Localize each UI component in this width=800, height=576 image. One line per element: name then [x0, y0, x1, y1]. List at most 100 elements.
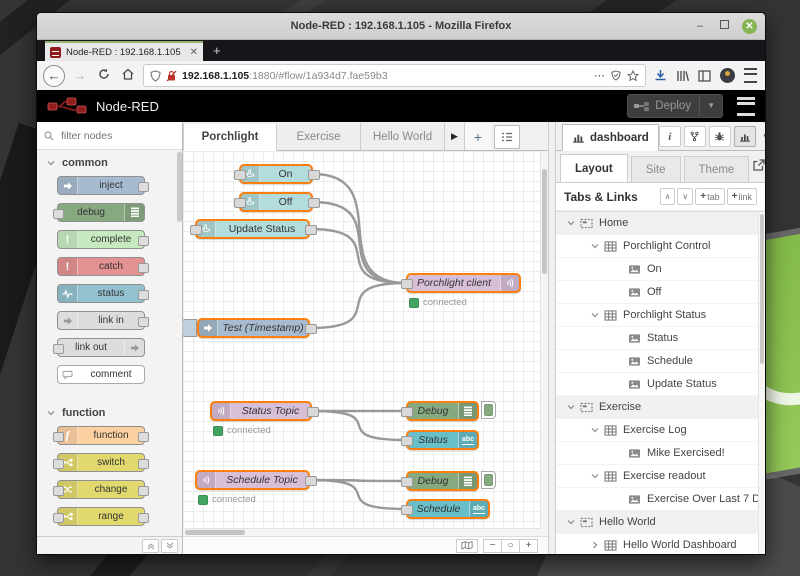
subtab-theme[interactable]: Theme [684, 156, 750, 182]
palette-node-change[interactable]: change [57, 480, 145, 499]
output-port[interactable] [138, 513, 149, 523]
collapse-caret-icon[interactable] [590, 242, 600, 250]
output-port[interactable] [138, 317, 149, 327]
tree-item-Exercise-Log[interactable]: Exercise Log [556, 419, 765, 442]
tree-item-Porchlight-Status[interactable]: Porchlight Status [556, 304, 765, 327]
wire[interactable] [310, 283, 406, 328]
input-port[interactable] [53, 486, 64, 496]
palette-node-link-in[interactable]: link in [57, 311, 145, 330]
debug-tab-button[interactable] [709, 126, 731, 147]
flow-node-Update-Status[interactable]: Update Status [195, 219, 310, 239]
flow-node-Debug[interactable]: Debug [406, 401, 479, 421]
input-port[interactable] [234, 198, 246, 208]
open-dashboard-icon[interactable] [752, 159, 765, 177]
tree-item-Off[interactable]: Off [556, 281, 765, 304]
output-port[interactable] [138, 459, 149, 469]
output-port[interactable] [305, 324, 317, 334]
downloads-icon[interactable] [654, 69, 667, 82]
add-link-button[interactable]: +link [727, 188, 757, 205]
input-port[interactable] [190, 225, 202, 235]
inject-trigger-button[interactable] [183, 319, 197, 337]
wire[interactable] [312, 411, 406, 440]
palette-scrollbar[interactable] [177, 152, 182, 222]
palette-node-catch[interactable]: !catch [57, 257, 145, 276]
palette-category-function[interactable]: function [37, 400, 182, 424]
flow-node-Porchlight-client[interactable]: Porchlight client [406, 273, 521, 293]
palette-node-status[interactable]: status [57, 284, 145, 303]
browser-tab[interactable]: Node-RED : 192.168.1.105 ✕ [45, 41, 203, 61]
tab-scroll-right-icon[interactable]: ▶ [445, 131, 464, 142]
palette-node-inject[interactable]: inject [57, 176, 145, 195]
input-port[interactable] [53, 513, 64, 523]
output-port[interactable] [138, 182, 149, 192]
collapse-caret-icon[interactable] [590, 426, 600, 434]
collapse-caret-icon[interactable] [590, 472, 600, 480]
input-port[interactable] [234, 170, 246, 180]
add-tab-button[interactable]: +tab [695, 188, 724, 205]
output-port[interactable] [307, 407, 319, 417]
subtab-site[interactable]: Site [631, 156, 681, 182]
navigator-button[interactable] [456, 539, 478, 553]
close-button[interactable]: ✕ [742, 19, 757, 34]
sidebar-resize-handle[interactable] [548, 122, 556, 554]
input-port[interactable] [401, 436, 413, 446]
maximize-button[interactable] [718, 20, 730, 32]
palette-node-range[interactable]: range [57, 507, 145, 526]
collapse-all-button[interactable] [142, 539, 159, 553]
flow-tab-Exercise[interactable]: Exercise [277, 123, 361, 150]
zoom-in-button[interactable]: + [519, 539, 538, 553]
zoom-reset-button[interactable]: ○ [501, 539, 520, 553]
flow-node-On[interactable]: On [239, 164, 313, 184]
insecure-lock-icon[interactable] [166, 70, 177, 82]
sidebars-icon[interactable] [698, 70, 711, 82]
home-button[interactable] [119, 68, 137, 83]
sidebar-tab-dashboard[interactable]: dashboard [562, 124, 659, 151]
move-up-button[interactable]: ∧ [660, 188, 676, 205]
palette-filter-input[interactable] [59, 129, 163, 143]
palette-category-common[interactable]: common [37, 150, 182, 174]
zoom-out-button[interactable]: − [483, 539, 502, 553]
url-bar[interactable]: 192.168.1.105:1880/#flow/1a934d7.fae59b3… [143, 64, 646, 87]
flow-tab-Porchlight[interactable]: Porchlight [183, 124, 277, 151]
output-port[interactable] [305, 476, 317, 486]
account-avatar[interactable] [720, 68, 735, 83]
input-port[interactable] [53, 459, 64, 469]
info-tab-button[interactable]: i [659, 126, 681, 147]
output-port[interactable] [138, 290, 149, 300]
canvas-hscrollbar[interactable] [183, 528, 541, 536]
output-port[interactable] [308, 170, 320, 180]
tree-item-Exercise-readout[interactable]: Exercise readout [556, 465, 765, 488]
palette-search[interactable] [37, 122, 182, 150]
flow-node-Schedule[interactable]: Scheduleabc [406, 499, 490, 519]
back-button[interactable]: ← [43, 65, 65, 87]
sidebar-tabs-caret[interactable]: ▼ [759, 132, 766, 141]
output-port[interactable] [308, 198, 320, 208]
flow-canvas[interactable]: OnOffUpdate StatusPorchlight clientconne… [183, 151, 548, 536]
canvas-vscrollbar[interactable] [540, 151, 548, 536]
tab-close-icon[interactable]: ✕ [186, 47, 198, 58]
window-titlebar[interactable]: Node-RED : 192.168.1.105 - Mozilla Firef… [37, 13, 765, 40]
wire[interactable] [313, 202, 406, 283]
browser-menu-icon[interactable] [744, 68, 757, 83]
permissions-icon[interactable] [611, 70, 621, 81]
flow-node-Schedule-Topic[interactable]: Schedule Topic [195, 470, 310, 490]
move-down-button[interactable]: ∨ [677, 188, 693, 205]
tree-item-Hello-World-Dashboard[interactable]: Hello World Dashboard [556, 534, 765, 554]
collapse-caret-icon[interactable] [566, 403, 576, 411]
input-port[interactable] [401, 279, 413, 289]
palette-node-link-out[interactable]: link out [57, 338, 145, 357]
deploy-button[interactable]: Deploy ▼ [627, 94, 723, 118]
palette-node-comment[interactable]: comment [57, 365, 145, 384]
tree-item-Schedule[interactable]: Schedule [556, 350, 765, 373]
tree-item-Exercise[interactable]: Exercise [556, 396, 765, 419]
new-tab-button[interactable]: + [213, 41, 221, 61]
tree-scrollbar[interactable] [758, 212, 765, 554]
reload-button[interactable] [95, 68, 113, 83]
palette-node-complete[interactable]: !complete [57, 230, 145, 249]
flow-tab-Hello-World[interactable]: Hello World [361, 123, 445, 150]
flow-node-Debug[interactable]: Debug [406, 471, 479, 491]
debug-toggle-button[interactable] [481, 471, 496, 489]
tree-item-Porchlight-Control[interactable]: Porchlight Control [556, 235, 765, 258]
output-port[interactable] [138, 486, 149, 496]
input-port[interactable] [53, 344, 64, 354]
